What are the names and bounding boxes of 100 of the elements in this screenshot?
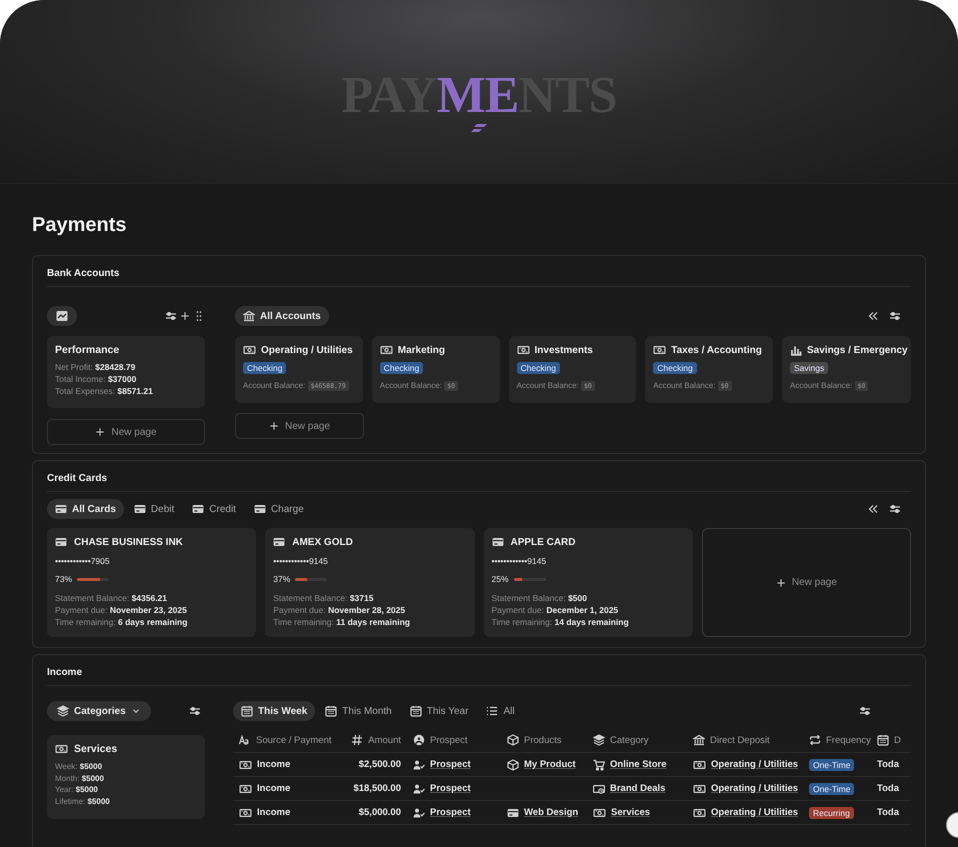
plus-icon (776, 578, 786, 588)
due-line: Payment due: November 28, 2025 (273, 604, 406, 616)
money-icon (243, 344, 256, 356)
cart-icon (593, 758, 605, 770)
new-page-button[interactable]: New page (702, 528, 911, 637)
new-page-button[interactable]: New page (235, 413, 364, 439)
view-tab[interactable]: This Year (402, 701, 476, 721)
logo-mark-icon (471, 124, 487, 132)
credit-card-icon (273, 536, 286, 548)
calendar-icon (241, 705, 253, 717)
card-title: Investments (534, 344, 593, 356)
calendar-icon (325, 705, 338, 717)
stat-line: Lifetime: $5000 (55, 796, 111, 807)
credit-card-icon (507, 806, 519, 818)
filter-icon (889, 503, 901, 515)
card-title: Performance (55, 344, 120, 356)
column-header[interactable]: Amount (333, 728, 407, 753)
card-number: ••••••••••••9145 (492, 556, 548, 566)
account-type-tag: Savings (790, 362, 828, 374)
money-icon (593, 806, 606, 818)
person-check-icon (413, 782, 425, 794)
card-title: Operating / Utilities (261, 344, 353, 356)
money-icon (239, 806, 252, 818)
table-cell: Income (233, 777, 333, 801)
view-tab[interactable]: All (478, 701, 523, 721)
column-header[interactable]: Frequency (803, 728, 871, 753)
card-title: CHASE BUSINESS INK (74, 536, 183, 548)
card-title: Taxes / Accounting (671, 344, 762, 356)
chart-view-button[interactable] (47, 306, 77, 326)
due-line: Payment due: November 23, 2025 (55, 604, 188, 616)
balance-line: Statement Balance: $500 (492, 592, 588, 604)
balance-line: Statement Balance: $4356.21 (55, 592, 168, 604)
column-header[interactable]: D (871, 728, 911, 753)
table-cell: Operating / Utilities (687, 777, 803, 801)
column-header[interactable]: Source / Payment (233, 728, 333, 753)
credit-card-tile[interactable]: CHASE BUSINESS INK ••••••••••••7905 73% Statement Balance: $4356.21 Payment due: November 23, 2025 Time remaining: 6 days remaining (47, 528, 256, 637)
credit-card-icon (254, 503, 266, 515)
credit-card-icon (134, 503, 146, 515)
double-chevron-icon (867, 503, 879, 515)
credit-card-icon (55, 536, 67, 548)
table-cell: Toda (871, 753, 911, 777)
credit-card-icon (492, 536, 504, 548)
money-icon (693, 758, 706, 770)
person-check-icon (413, 758, 425, 770)
performance-card[interactable]: Performance Net Profit: $28428.79 Total Income: $37000 Total Expenses: $8571.21 (47, 336, 205, 408)
stat-line: Total Expenses: $8571.21 (55, 385, 154, 397)
utilization-percent: 73% (55, 574, 72, 584)
layers-icon (593, 734, 605, 746)
money-icon (239, 758, 252, 770)
calendar-icon (877, 734, 889, 746)
due-line: Payment due: December 1, 2025 (492, 604, 620, 616)
filter-icon (189, 705, 201, 717)
credit-card-tile[interactable]: AMEX GOLD ••••••••••••9145 37% Statement Balance: $3715 Payment due: November 28, 2025 Time remaining: 11 days remaining (265, 528, 474, 637)
box-icon (507, 758, 519, 770)
column-header[interactable]: Products (501, 728, 587, 753)
plus-icon (95, 427, 106, 437)
table-cell: $5,000.00 (333, 801, 407, 825)
column-header[interactable]: Prospect (407, 728, 501, 753)
card-title: Services (74, 743, 118, 755)
utilization-percent: 37% (273, 574, 290, 584)
section-title: Bank Accounts (47, 268, 911, 287)
view-tab[interactable]: This Week (233, 701, 316, 721)
card-title: APPLE CARD (510, 536, 576, 548)
table-cell: Services (587, 801, 687, 825)
double-chevron-icon (867, 310, 879, 322)
frequency-tag: One-Time (809, 782, 854, 794)
credit-card-icon (55, 503, 67, 515)
money-icon (653, 344, 666, 356)
plus-icon (268, 421, 279, 431)
table-cell: Prospect (407, 753, 501, 777)
credit-card-tile[interactable]: APPLE CARD ••••••••••••9145 25% Statement Balance: $500 Payment due: December 1, 2025 Time remaining: 14 days remaining (484, 528, 693, 637)
page-title: Payments (32, 214, 128, 237)
money-icon (380, 344, 393, 356)
view-tab[interactable]: Charge (246, 499, 312, 519)
table-cell: My Product (501, 753, 587, 777)
filter-icon (889, 310, 901, 322)
frequency-tag: Recurring (809, 806, 854, 818)
balance-line: Statement Balance: $3715 (273, 592, 374, 604)
view-tab[interactable]: Credit (184, 499, 244, 519)
table-cell: Web Design (501, 801, 587, 825)
table-cell: Income (233, 753, 333, 777)
view-tab[interactable]: Debit (126, 499, 182, 519)
view-tab[interactable]: All Cards (47, 499, 124, 519)
utilization-bar (295, 578, 328, 580)
category-card[interactable]: Services Week: $5000 Month: $5000 Year: $5000 Lifetime: $5000 (47, 735, 205, 819)
account-type-tag: Checking (516, 362, 560, 374)
filter-icon (859, 705, 871, 717)
column-header[interactable]: Direct Deposit (687, 728, 803, 753)
bank-icon (693, 734, 705, 746)
new-page-button[interactable]: New page (47, 419, 205, 445)
column-header[interactable]: Category (587, 728, 687, 753)
account-type-tag: Checking (380, 362, 424, 374)
credit-card-icon (192, 503, 204, 515)
view-tab[interactable]: This Month (317, 701, 400, 721)
account-type-tag: Checking (243, 362, 286, 374)
bar-chart-icon (790, 344, 802, 356)
view-tab[interactable]: All Accounts (235, 306, 329, 326)
box-icon (507, 734, 519, 746)
categories-dropdown[interactable]: Categories (47, 701, 151, 721)
money-icon (239, 782, 252, 794)
